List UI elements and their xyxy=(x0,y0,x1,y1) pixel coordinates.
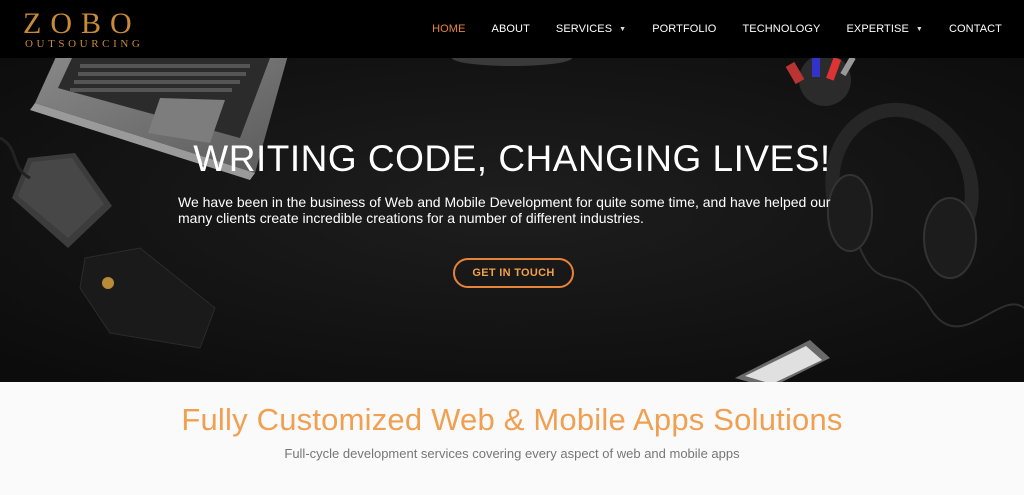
nav-item-label: TECHNOLOGY xyxy=(742,23,821,35)
get-in-touch-button[interactable]: GET IN TOUCH xyxy=(453,258,574,288)
main-nav: HOME ABOUT SERVICES ▼ PORTFOLIO TECHNOLO… xyxy=(406,0,1002,58)
nav-item-portfolio[interactable]: PORTFOLIO xyxy=(652,23,716,35)
nav-item-label: EXPERTISE xyxy=(846,23,909,35)
brand-logo[interactable]: ZOBO OUTSOURCING xyxy=(23,8,173,52)
services-intro: Fully Customized Web & Mobile Apps Solut… xyxy=(0,382,1024,495)
nav-item-label: PORTFOLIO xyxy=(652,23,717,35)
nav-item-expertise[interactable]: EXPERTISE ▼ xyxy=(846,23,922,35)
brand-tagline: OUTSOURCING xyxy=(25,38,144,50)
brand-name: ZOBO xyxy=(23,7,141,40)
nav-item-home[interactable]: HOME xyxy=(432,23,465,35)
nav-item-about[interactable]: ABOUT xyxy=(492,23,530,35)
chevron-down-icon: ▼ xyxy=(619,25,627,33)
section-subtitle: Full-cycle development services covering… xyxy=(284,446,740,461)
nav-item-label: SERVICES xyxy=(555,23,613,35)
chevron-down-icon: ▼ xyxy=(915,25,923,33)
hero-banner: WRITING CODE, CHANGING LIVES! We have be… xyxy=(0,58,1024,382)
nav-item-label: CONTACT xyxy=(948,23,1002,35)
nav-item-services[interactable]: SERVICES ▼ xyxy=(556,23,626,35)
nav-item-technology[interactable]: TECHNOLOGY xyxy=(742,23,820,35)
section-title: Fully Customized Web & Mobile Apps Solut… xyxy=(181,402,843,437)
site-header: ZOBO OUTSOURCING HOME ABOUT SERVICES ▼ P… xyxy=(0,0,1024,58)
hero-description: We have been in the business of Web and … xyxy=(178,194,831,226)
nav-item-label: HOME xyxy=(432,23,466,35)
nav-item-contact[interactable]: CONTACT xyxy=(949,23,1002,35)
hero-title: WRITING CODE, CHANGING LIVES! xyxy=(193,138,831,179)
nav-item-label: ABOUT xyxy=(491,23,530,35)
